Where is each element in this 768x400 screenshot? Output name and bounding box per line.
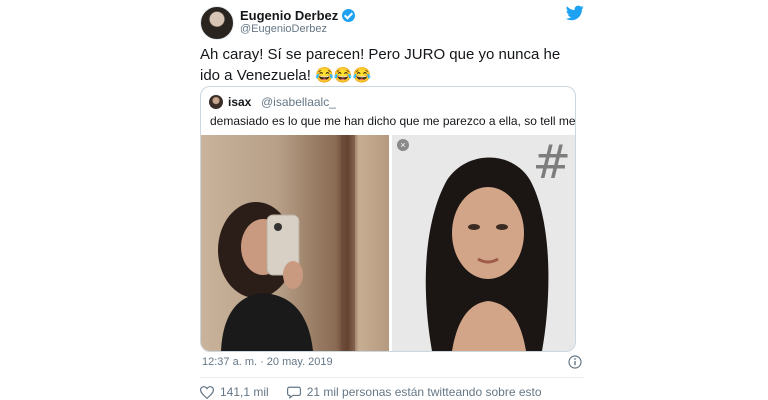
selfie-illustration (218, 135, 355, 351)
close-icon[interactable]: × (397, 139, 409, 151)
author-display-name[interactable]: Eugenio Derbez (240, 8, 338, 23)
author-handle[interactable]: @EugenioDerbez (240, 23, 327, 35)
comment-icon (286, 386, 301, 399)
author-name-row[interactable]: Eugenio Derbez (240, 7, 356, 23)
tweet-timestamp[interactable]: 12:37 a. m. · 20 may. 2019 (202, 356, 333, 368)
verified-badge-icon (342, 8, 356, 22)
quoted-tweet[interactable]: isax @isabellaalc_ demasiado es lo que m… (200, 86, 576, 352)
tweet-actions: 141,1 mil 21 mil personas están twittean… (200, 385, 542, 399)
info-icon[interactable] (568, 355, 582, 369)
quote-author-name: isax (228, 95, 252, 109)
tweet-emoji: 😂😂😂 (315, 67, 372, 84)
quote-photo-left[interactable] (201, 135, 389, 351)
heart-icon (200, 385, 214, 399)
conversation-text: 21 mil personas están twitteando sobre e… (306, 385, 542, 399)
action-separator (200, 377, 584, 378)
quote-text: demasiado es lo que me han dicho que me … (210, 114, 576, 128)
like-count: 141,1 mil (220, 385, 269, 399)
author-avatar[interactable] (200, 6, 234, 40)
tweet-body: Ah caray! Sí se parecen! Pero JURO que y… (200, 46, 561, 84)
quote-author-handle: @isabellaalc_ (261, 95, 336, 109)
watermark-hash: # (532, 135, 571, 189)
twitter-bird-icon[interactable] (566, 5, 584, 21)
quote-photo-right[interactable]: # × (392, 135, 575, 351)
conversation-link[interactable]: 21 mil personas están twitteando sobre e… (286, 385, 542, 399)
tweet-text: Ah caray! Sí se parecen! Pero JURO que y… (200, 44, 584, 86)
tweet-card: Eugenio Derbez @EugenioDerbez Ah caray! … (190, 0, 590, 400)
quote-avatar (209, 95, 223, 109)
like-button[interactable]: 141,1 mil (200, 385, 269, 399)
